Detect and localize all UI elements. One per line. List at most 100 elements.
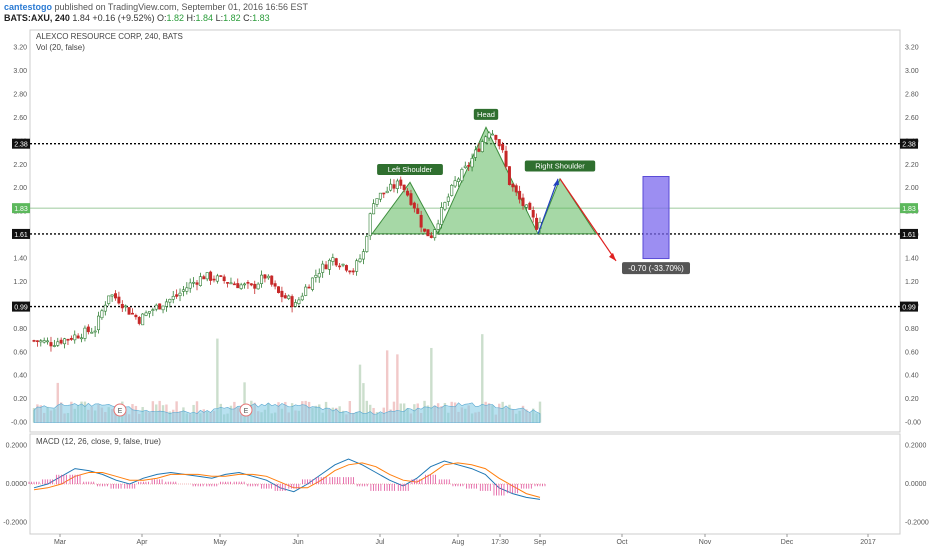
- candle-body: [198, 276, 202, 286]
- candle-body: [531, 210, 535, 218]
- candle-body: [287, 295, 291, 299]
- price-tick-right: 2.20: [905, 162, 919, 169]
- price-tick-left: 2.20: [13, 162, 27, 169]
- candle-body: [175, 294, 179, 297]
- candle-body: [80, 337, 84, 340]
- candle-body: [463, 165, 467, 168]
- price-tick-left: 1.20: [13, 279, 27, 286]
- price-tick-right: 3.20: [905, 45, 919, 52]
- candle-body: [334, 258, 338, 266]
- candle-body: [310, 277, 314, 290]
- candle-body: [46, 340, 50, 343]
- candle-body: [399, 179, 403, 186]
- candle-body: [382, 192, 386, 195]
- macd-axis[interactable]: 0.2000 0.2000 0.0000 0.0000 -0.2000 -0.2000: [3, 443, 929, 527]
- candle-body: [114, 293, 118, 299]
- candle-body: [365, 236, 369, 252]
- candle-body: [304, 286, 308, 296]
- candle-body: [154, 304, 158, 310]
- earnings-marker-label: E: [244, 408, 249, 415]
- candle-body: [253, 283, 257, 289]
- price-tick-left: 0.60: [13, 349, 27, 356]
- candle-body: [100, 310, 104, 319]
- candle-body: [226, 282, 230, 284]
- candle-body: [429, 235, 433, 238]
- candle-body: [263, 274, 267, 279]
- candle-body: [260, 274, 264, 284]
- level-tag-right-text: 1.83: [902, 206, 916, 213]
- candle-body: [76, 335, 80, 339]
- candle-body: [511, 183, 515, 188]
- candles: [32, 130, 542, 352]
- candle-body: [406, 190, 410, 196]
- candle-body: [477, 148, 481, 152]
- candle-body: [229, 282, 233, 285]
- candle-body: [103, 304, 107, 312]
- candle-body: [490, 133, 494, 136]
- price-range-box: [642, 176, 670, 260]
- candle-body: [372, 203, 376, 215]
- candle-body: [497, 139, 501, 147]
- candle-body: [375, 198, 379, 205]
- candle-body: [277, 286, 281, 293]
- candle-body: [90, 331, 94, 334]
- candle-body: [212, 278, 216, 281]
- level-tag-right-text: 2.38: [902, 142, 916, 149]
- time-tick-label: Jul: [376, 539, 385, 546]
- candle-body: [368, 213, 372, 237]
- candle-body: [236, 283, 240, 289]
- time-axis[interactable]: Mar Apr May Jun Jul Aug 17:30 Sep Oct Nov Dec 2017: [54, 534, 876, 546]
- candle-body: [307, 286, 311, 289]
- earnings-marker-label: E: [118, 408, 123, 415]
- candle-body: [107, 295, 111, 304]
- candle-body: [117, 296, 121, 304]
- candle-body: [283, 295, 287, 299]
- price-tick-left: 3.20: [13, 45, 27, 52]
- price-tick-left: 2.60: [13, 115, 27, 122]
- price-tick-right: 1.40: [905, 256, 919, 263]
- candle-body: [110, 294, 114, 297]
- price-tick-left: 0.40: [13, 373, 27, 380]
- candle-body: [535, 217, 539, 230]
- price-tick-right: 2.60: [905, 115, 919, 122]
- time-tick-label: Apr: [137, 539, 149, 546]
- candle-body: [192, 281, 196, 284]
- candle-body: [243, 283, 247, 286]
- candle-body: [327, 259, 331, 270]
- level-tag-right-text: 1.61: [902, 232, 916, 239]
- macd-line: [33, 458, 541, 500]
- candle-body: [443, 202, 447, 210]
- pattern-label-text: Head: [477, 110, 495, 119]
- trading-chart[interactable]: 3.203.002.802.602.402.202.001.801.601.40…: [0, 0, 932, 550]
- candle-body: [416, 208, 420, 214]
- price-tick-left: 0.80: [13, 326, 27, 333]
- candle-body: [392, 184, 396, 189]
- level-tag-left-text: 0.99: [14, 305, 28, 312]
- price-tick-right: 1.20: [905, 279, 919, 286]
- candle-body: [426, 229, 430, 237]
- candle-body: [524, 204, 528, 208]
- candle-body: [171, 295, 175, 300]
- candle-body: [324, 264, 328, 270]
- time-tick-label: Dec: [781, 539, 794, 546]
- macd-tick-left: -0.2000: [3, 519, 27, 526]
- macd-legend: MACD (12, 26, close, 9, false, true): [36, 437, 161, 446]
- arrow-down-head: [609, 252, 616, 261]
- time-tick-label: Aug: [452, 539, 465, 546]
- level-tag-left-text: 2.38: [14, 142, 28, 149]
- candle-body: [222, 276, 226, 282]
- candle-body: [219, 275, 223, 277]
- candle-body: [480, 141, 484, 152]
- macd-tick-right: 0.2000: [905, 443, 927, 450]
- pattern-label-text: Left Shoulder: [388, 165, 433, 174]
- candle-body: [521, 197, 525, 206]
- candle-body: [249, 283, 253, 286]
- price-tick-right: 0.20: [905, 396, 919, 403]
- candle-body: [317, 273, 321, 278]
- candle-body: [202, 276, 206, 280]
- candle-body: [35, 340, 39, 342]
- macd-tick-right: -0.2000: [905, 519, 929, 526]
- candle-body: [314, 274, 318, 278]
- candle-body: [205, 272, 209, 280]
- price-tick-left: 2.80: [13, 91, 27, 98]
